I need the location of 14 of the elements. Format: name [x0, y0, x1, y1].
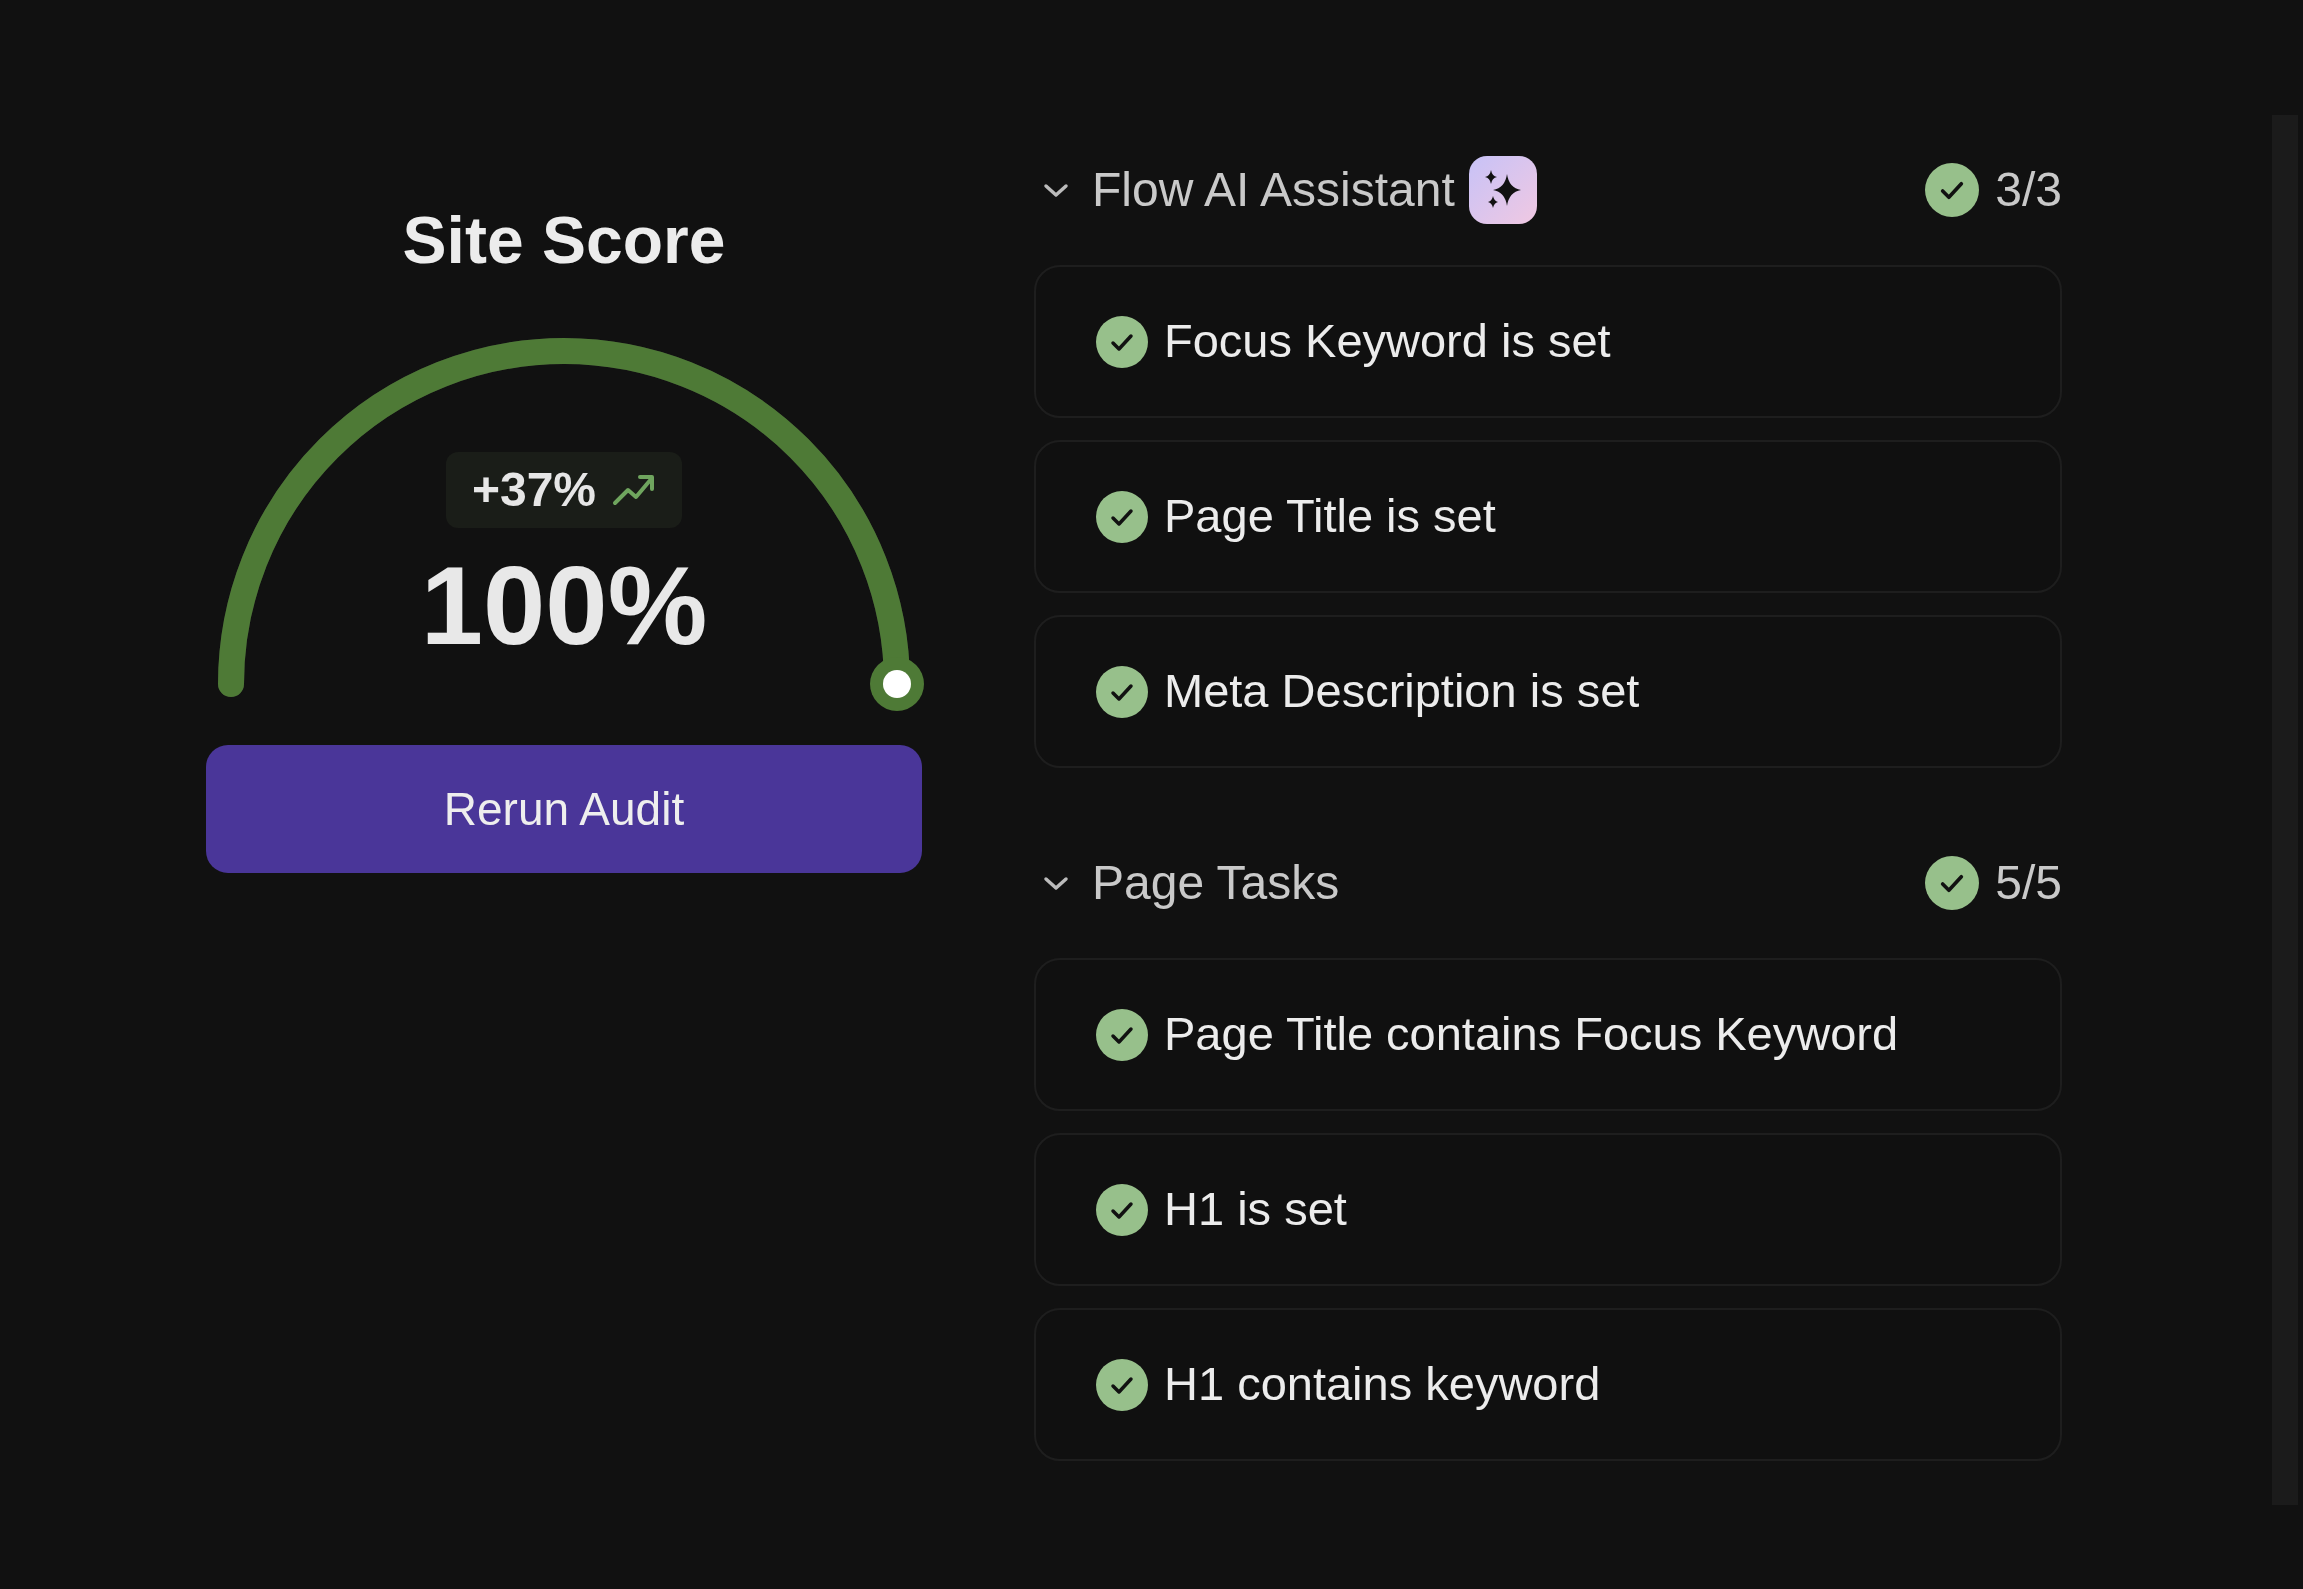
task-label: Meta Description is set: [1164, 663, 1640, 720]
rerun-audit-button[interactable]: Rerun Audit: [206, 745, 922, 873]
section-title[interactable]: Page Tasks: [1092, 847, 1340, 919]
task-label: Focus Keyword is set: [1164, 313, 1611, 370]
change-badge: +37%: [445, 452, 683, 528]
task-label: H1 is set: [1164, 1181, 1347, 1238]
score-value: 100%: [420, 550, 708, 662]
task-count: 5/5: [1995, 855, 2062, 911]
task-label: Page Title is set: [1164, 488, 1496, 545]
task-label: H1 contains keyword: [1164, 1356, 1601, 1413]
score-title: Site Score: [401, 207, 727, 273]
section-title[interactable]: Flow AI Assistant: [1092, 154, 1455, 226]
task-label: Page Title contains Focus Keyword: [1164, 1006, 1899, 1063]
task-count: 3/3: [1995, 162, 2062, 218]
